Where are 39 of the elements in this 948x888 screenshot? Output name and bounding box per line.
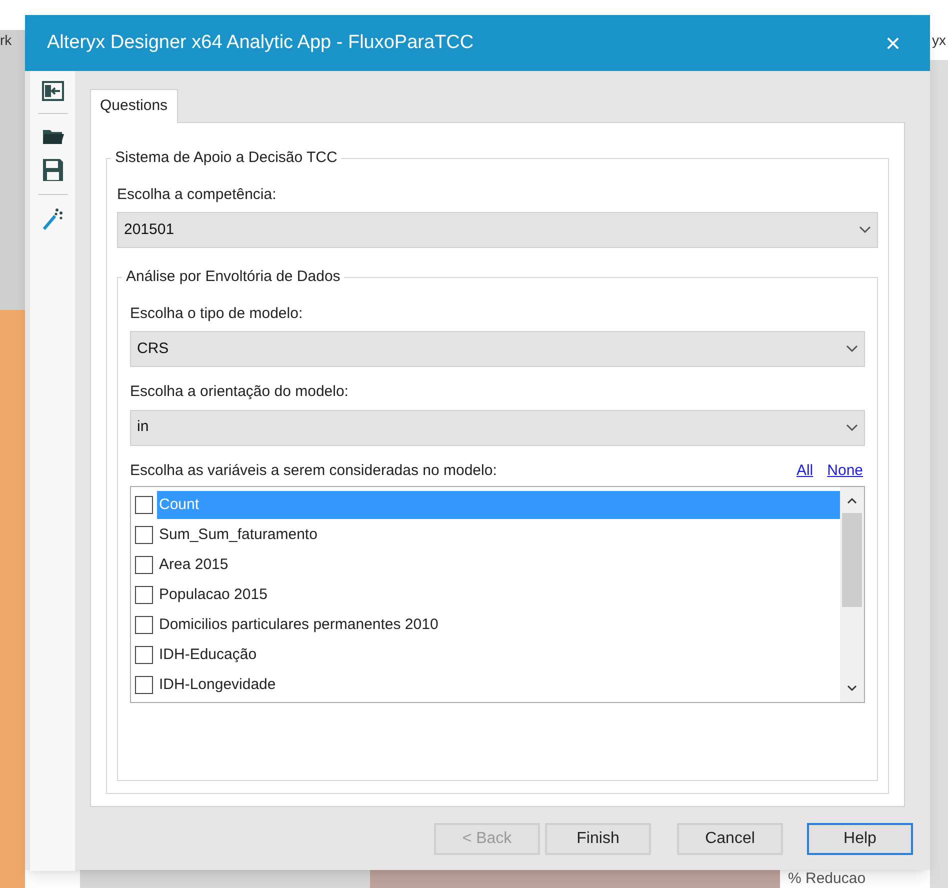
checkbox[interactable] xyxy=(135,586,153,604)
list-item[interactable]: Domicilios particulares permanentes 2010 xyxy=(157,611,840,639)
dropdown[interactable]: CRS xyxy=(130,331,865,367)
checkbox[interactable] xyxy=(135,496,153,514)
window-title: Alteryx Designer x64 Analytic App - FluxoParaTCC xyxy=(47,30,475,55)
checkbox[interactable] xyxy=(135,556,153,574)
link[interactable]: None xyxy=(827,460,863,482)
magic-wand-icon[interactable] xyxy=(42,207,64,231)
list-item[interactable]: Sum_Sum_faturamento xyxy=(157,521,840,549)
chevron-down-icon xyxy=(846,345,858,353)
group-title: Análise por Envoltória de Dados xyxy=(125,267,342,287)
field-label: Escolha a competência: xyxy=(117,184,278,204)
scrollbar[interactable] xyxy=(840,487,864,702)
background-text: yx xyxy=(932,31,946,50)
field-label: Escolha o tipo de modelo: xyxy=(130,304,304,324)
dropdown[interactable]: in xyxy=(130,410,865,446)
checkbox[interactable] xyxy=(135,616,153,634)
list-item[interactable]: Populacao 2015 xyxy=(157,581,840,609)
link[interactable]: All xyxy=(796,460,814,482)
dialog-button[interactable]: Cancel xyxy=(677,823,783,855)
chevron-down-icon xyxy=(846,424,858,432)
collapse-panel-icon[interactable] xyxy=(42,81,64,101)
scroll-thumb[interactable] xyxy=(842,513,862,607)
list-item[interactable]: IDH-Longevidade xyxy=(157,671,840,699)
list-item[interactable]: IDH-Educação xyxy=(157,641,840,669)
chevron-down-icon xyxy=(859,226,871,234)
field-label: Escolha a orientação do modelo: xyxy=(130,382,350,402)
save-icon[interactable] xyxy=(42,158,64,182)
tab[interactable]: Questions xyxy=(90,89,178,123)
checkbox[interactable] xyxy=(135,676,153,694)
checkbox[interactable] xyxy=(135,646,153,664)
dropdown[interactable]: 201501 xyxy=(117,212,878,248)
group-title: Sistema de Apoio a Decisão TCC xyxy=(114,148,338,168)
field-label: Escolha as variáveis a serem consideradas no modelo: xyxy=(130,460,498,480)
dialog-button[interactable]: Help xyxy=(807,823,913,855)
checkbox[interactable] xyxy=(135,526,153,544)
list-item[interactable]: Area 2015 xyxy=(157,551,840,579)
background-text: rk xyxy=(0,31,12,50)
dialog-button[interactable]: Finish xyxy=(545,823,651,855)
